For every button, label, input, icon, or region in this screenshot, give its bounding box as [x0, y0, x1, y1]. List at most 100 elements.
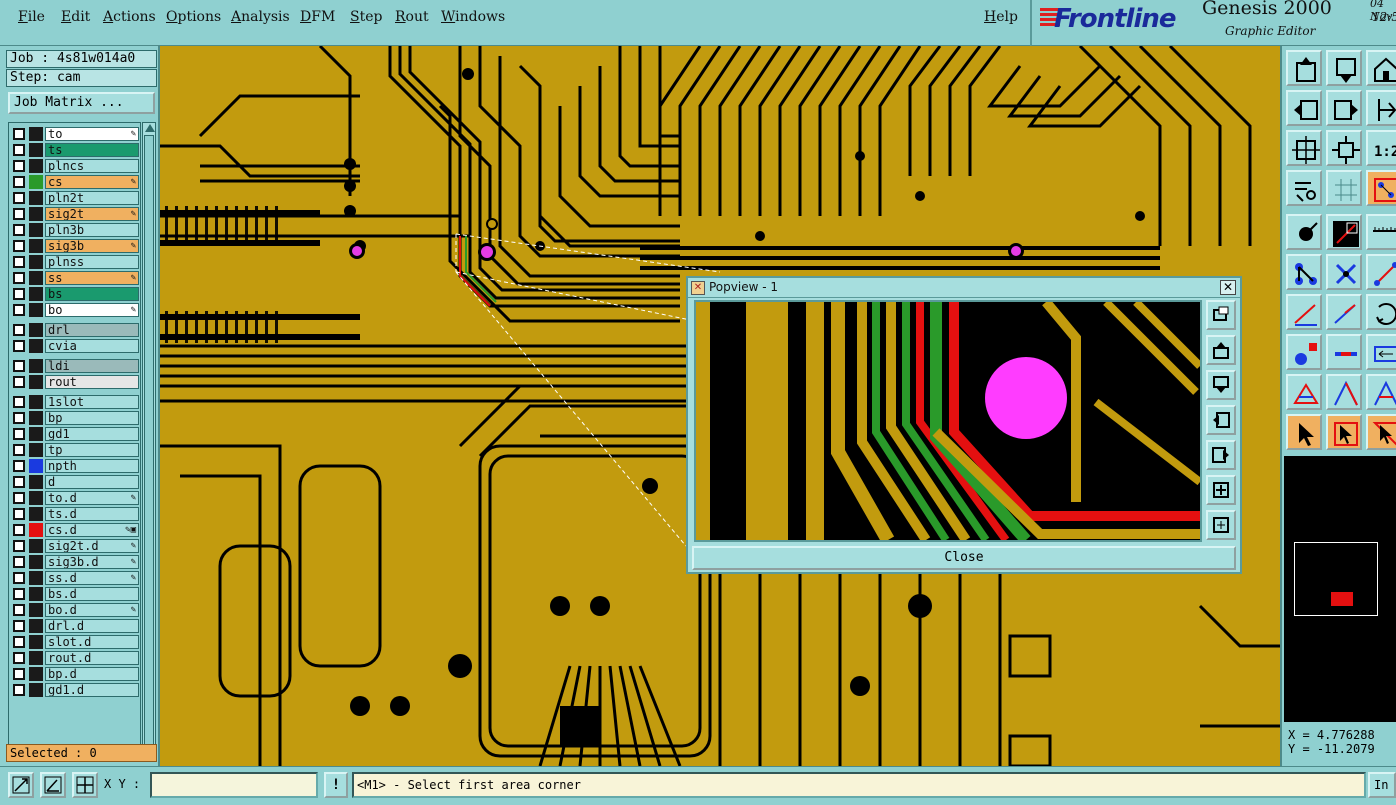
scale-1to2-button[interactable]: 1:2 [1366, 130, 1396, 166]
layer-checkbox[interactable] [13, 360, 25, 372]
layer-row[interactable]: bo.d ✎ [11, 603, 139, 617]
menu-options[interactable]: Options [166, 9, 221, 25]
layer-color-swatch[interactable] [29, 523, 43, 537]
layer-row[interactable]: sig3b.d ✎ [11, 555, 139, 569]
scroll-up-icon[interactable] [145, 124, 155, 132]
pop-zoom-in-button[interactable] [1206, 475, 1236, 505]
layer-row[interactable]: sig2t.d ✎ [11, 539, 139, 553]
select-pointer-button[interactable] [1286, 414, 1322, 450]
layer-checkbox[interactable] [13, 588, 25, 600]
layer-checkbox[interactable] [13, 476, 25, 488]
layer-name[interactable]: cs.d ✎▣ [45, 523, 139, 537]
layer-checkbox[interactable] [13, 240, 25, 252]
layer-row[interactable]: pln2t [11, 191, 139, 205]
snap-mode-button[interactable] [8, 772, 34, 798]
menu-step[interactable]: Step [350, 9, 382, 25]
layer-color-swatch[interactable] [29, 143, 43, 157]
layer-color-swatch[interactable] [29, 395, 43, 409]
layer-checkbox[interactable] [13, 128, 25, 140]
layer-name[interactable]: sig3b.d ✎ [45, 555, 139, 569]
layer-color-swatch[interactable] [29, 651, 43, 665]
layer-name[interactable]: ts [45, 143, 139, 157]
layer-color-swatch[interactable] [29, 303, 43, 317]
pop-pan-right-button[interactable] [1206, 440, 1236, 470]
layer-row[interactable]: to ✎ [11, 127, 139, 141]
layer-name[interactable]: cs ✎ [45, 175, 139, 189]
layer-name[interactable]: gd1.d [45, 683, 139, 697]
layer-row[interactable]: rout.d [11, 651, 139, 665]
layer-checkbox[interactable] [13, 492, 25, 504]
layer-checkbox[interactable] [13, 460, 25, 472]
layer-color-swatch[interactable] [29, 255, 43, 269]
layer-color-swatch[interactable] [29, 127, 43, 141]
feature-select-button[interactable] [1326, 214, 1362, 250]
menu-analysis[interactable]: Analysis [231, 9, 290, 25]
layer-name[interactable]: bp [45, 411, 139, 425]
layer-color-swatch[interactable] [29, 475, 43, 489]
layer-row[interactable]: drl [11, 323, 139, 337]
home-button[interactable] [1366, 50, 1396, 86]
popview-close-button[interactable]: Close [692, 546, 1236, 570]
layer-row[interactable]: gd1.d [11, 683, 139, 697]
layer-color-swatch[interactable] [29, 191, 43, 205]
layer-checkbox[interactable] [13, 340, 25, 352]
layer-checkbox[interactable] [13, 604, 25, 616]
pop-zoom-out-button[interactable] [1206, 510, 1236, 540]
layer-row[interactable]: sig2t ✎ [11, 207, 139, 221]
layer-color-swatch[interactable] [29, 619, 43, 633]
ruler-button[interactable] [1366, 214, 1396, 250]
redo-view-button[interactable] [1366, 90, 1396, 126]
select-poly-button[interactable] [1366, 414, 1396, 450]
layer-color-swatch[interactable] [29, 271, 43, 285]
layer-name[interactable]: sig2t ✎ [45, 207, 139, 221]
layer-color-swatch[interactable] [29, 539, 43, 553]
layer-row[interactable]: ts [11, 143, 139, 157]
layer-color-swatch[interactable] [29, 427, 43, 441]
pop-zoom-fit-button[interactable] [1206, 300, 1236, 330]
menu-windows[interactable]: Windows [441, 9, 505, 25]
layer-checkbox[interactable] [13, 556, 25, 568]
snap-button[interactable] [1286, 214, 1322, 250]
layer-checkbox[interactable] [13, 376, 25, 388]
layer-row[interactable]: bs [11, 287, 139, 301]
layer-name[interactable]: bo ✎ [45, 303, 139, 317]
layer-checkbox[interactable] [13, 304, 25, 316]
layer-colors-button[interactable] [1366, 170, 1396, 206]
pop-pan-down-button[interactable] [1206, 370, 1236, 400]
scroll-thumb[interactable] [144, 135, 154, 745]
layer-name[interactable]: plnss [45, 255, 139, 269]
layer-color-swatch[interactable] [29, 507, 43, 521]
layer-row[interactable]: tp [11, 443, 139, 457]
pan-right-button[interactable] [1326, 90, 1362, 126]
layer-name[interactable]: rout [45, 375, 139, 389]
segment-button[interactable] [1326, 334, 1362, 370]
layer-color-swatch[interactable] [29, 443, 43, 457]
layer-checkbox[interactable] [13, 160, 25, 172]
layer-color-swatch[interactable] [29, 159, 43, 173]
layer-row[interactable]: bp.d [11, 667, 139, 681]
in-button[interactable]: In [1368, 772, 1396, 798]
layer-name[interactable]: gd1 [45, 427, 139, 441]
menu-dfm[interactable]: DFM [300, 9, 335, 25]
layer-name[interactable]: ss ✎ [45, 271, 139, 285]
layer-name[interactable]: 1slot [45, 395, 139, 409]
window-menu-icon[interactable]: ✕ [691, 281, 705, 295]
layer-color-swatch[interactable] [29, 571, 43, 585]
zoom-home-button[interactable] [1286, 50, 1322, 86]
route-button[interactable] [1366, 254, 1396, 290]
layer-row[interactable]: plnss [11, 255, 139, 269]
pan-left-button[interactable] [1286, 90, 1322, 126]
layer-row[interactable]: rout [11, 375, 139, 389]
layer-color-swatch[interactable] [29, 555, 43, 569]
layer-color-swatch[interactable] [29, 175, 43, 189]
polygon-button[interactable] [1326, 374, 1362, 410]
layer-name[interactable]: plncs [45, 159, 139, 173]
layer-color-swatch[interactable] [29, 459, 43, 473]
layer-checkbox[interactable] [13, 444, 25, 456]
layer-name[interactable]: sig3b ✎ [45, 239, 139, 253]
popview-titlebar[interactable]: ✕ Popview - 1 ✕ [688, 278, 1240, 298]
layer-color-swatch[interactable] [29, 411, 43, 425]
layer-name[interactable]: bo.d ✎ [45, 603, 139, 617]
layer-color-swatch[interactable] [29, 287, 43, 301]
layer-color-swatch[interactable] [29, 239, 43, 253]
